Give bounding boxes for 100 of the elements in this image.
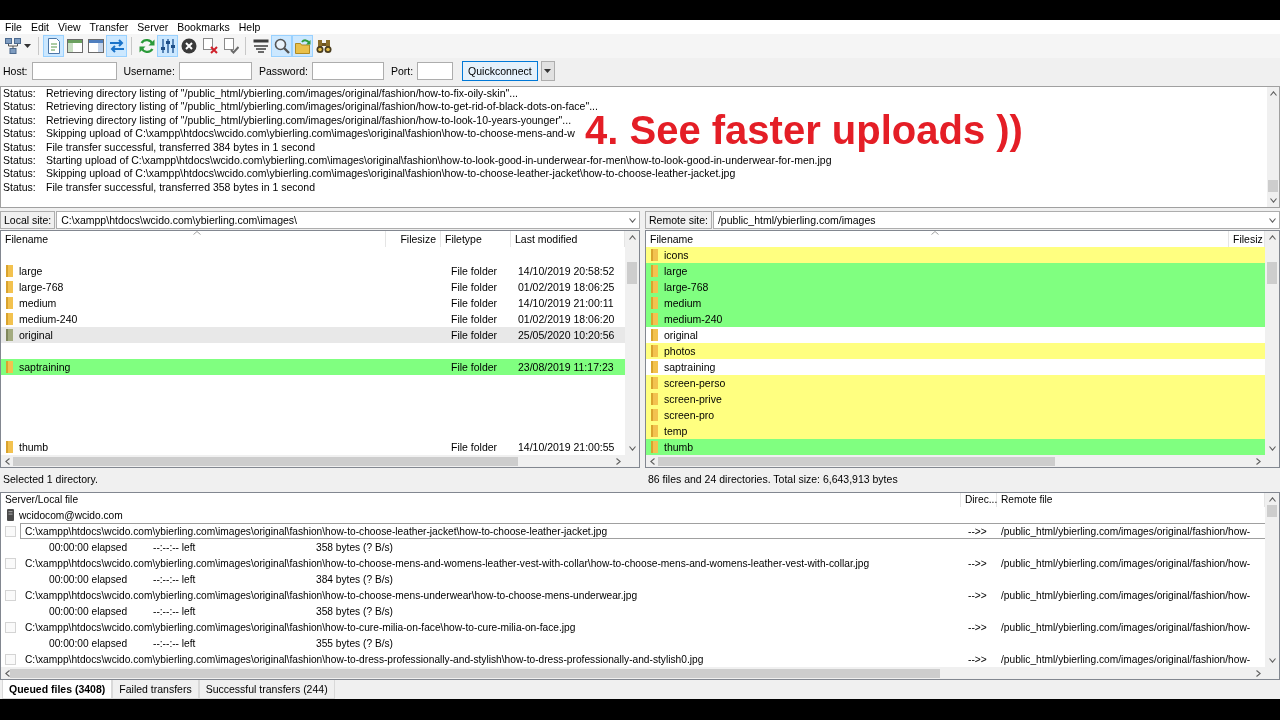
folder-row[interactable]: medium-240	[646, 311, 1265, 327]
file-type: File folder	[450, 329, 499, 341]
chevron-left-icon[interactable]	[650, 457, 655, 465]
folder-row[interactable]: original	[646, 327, 1265, 343]
queue-row[interactable]: C:\xampp\htdocs\wcido.com\ybierling.com\images\original\fashion\how-to-choose-mens-underwear\how-to-choose-mens-underwear.jpg -->> /public_html/ybierling.com/images/original/fashion/how-	[20, 587, 1265, 603]
chevron-left-icon[interactable]	[5, 457, 10, 465]
chevron-up-icon[interactable]	[628, 235, 636, 240]
folder-row[interactable]: screen-pro	[646, 407, 1265, 423]
vertical-scrollbar[interactable]	[625, 231, 639, 455]
process-queue-toggle[interactable]	[157, 35, 178, 57]
column-header[interactable]: Filename	[1, 231, 386, 247]
log-label: Status:	[3, 153, 37, 168]
elapsed-time: 00:00:00 elapsed	[49, 605, 129, 617]
folder-row[interactable]: large-768 File folder 01/02/2019 18:06:25	[1, 279, 625, 295]
folder-row[interactable]: large	[646, 263, 1265, 279]
column-header[interactable]: Filesize	[386, 231, 441, 247]
queue-tab[interactable]: Failed transfers	[112, 680, 199, 699]
folder-row[interactable]: medium File folder 14/10/2019 21:00:11	[1, 295, 625, 311]
compare-toggle[interactable]	[271, 35, 292, 57]
menu-item[interactable]: Transfer	[89, 20, 129, 34]
folder-row[interactable]: icons	[646, 247, 1265, 263]
chevron-right-icon[interactable]	[1256, 669, 1261, 677]
queue-row[interactable]: C:\xampp\htdocs\wcido.com\ybierling.com\images\original\fashion\how-to-choose-leather-jacket\how-to-choose-leather-jacket.jpg -->> /public_html/ybierling.com/images/original/fashion/how-	[20, 523, 1265, 539]
scrollbar-thumb[interactable]	[10, 668, 940, 678]
scrollbar-thumb[interactable]	[1267, 505, 1277, 517]
queue-tab[interactable]: Successful transfers (244)	[198, 680, 335, 699]
folder-row[interactable]: photos	[646, 343, 1265, 359]
horizontal-scrollbar[interactable]	[1, 667, 1265, 679]
scrollbar-thumb[interactable]	[658, 456, 1055, 466]
chevron-left-icon[interactable]	[5, 669, 10, 677]
remote-file-path: /public_html/ybierling.com/images/original/fashion/how-	[1000, 589, 1252, 601]
folder-row[interactable]: original File folder 25/05/2020 10:20:56	[1, 327, 625, 343]
password-field[interactable]	[311, 62, 384, 80]
menu-item[interactable]: Edit	[30, 20, 49, 34]
local-path-field[interactable]: C:\xampp\htdocs\wcido.com\ybierling.com\images\	[56, 211, 640, 229]
queue-row[interactable]: C:\xampp\htdocs\wcido.com\ybierling.com\images\original\fashion\how-to-cure-milia-on-face\how-to-cure-milia-on-face.jpg -->> /public_html/ybierling.com/images/original/fashion/how-	[20, 619, 1265, 635]
scrollbar-thumb[interactable]	[1268, 180, 1278, 192]
scrollbar-thumb[interactable]	[13, 456, 518, 466]
column-header[interactable]: Direc...	[961, 493, 997, 507]
horizontal-scrollbar[interactable]	[1, 455, 625, 467]
sync-browsing-toggle[interactable]	[292, 35, 313, 57]
chevron-right-icon[interactable]	[616, 457, 621, 465]
folder-row[interactable]: temp	[646, 423, 1265, 439]
chevron-up-icon[interactable]	[1268, 235, 1276, 240]
menu-item[interactable]: Server	[137, 20, 169, 34]
host-field[interactable]	[31, 62, 117, 80]
folder-row[interactable]: screen-perso	[646, 375, 1265, 391]
folder-icon	[6, 265, 13, 277]
file-icon	[5, 653, 16, 665]
scrollbar-thumb[interactable]	[1267, 262, 1277, 284]
transfer-queue-toggle[interactable]	[106, 35, 127, 57]
message-log-toggle[interactable]	[43, 35, 64, 57]
chevron-down-icon[interactable]	[1268, 658, 1276, 663]
chevron-down-icon[interactable]	[1269, 198, 1277, 203]
queue-tab[interactable]: Queued files (3408)	[2, 680, 113, 699]
scrollbar-thumb[interactable]	[627, 262, 637, 284]
chevron-right-icon[interactable]	[1256, 457, 1261, 465]
folder-icon	[651, 393, 658, 405]
folder-row[interactable]: medium-240 File folder 01/02/2019 18:06:20	[1, 311, 625, 327]
chevron-up-icon[interactable]	[1268, 497, 1276, 502]
menu-item[interactable]: View	[58, 20, 81, 34]
column-header[interactable]: Filetype	[441, 231, 511, 247]
port-field[interactable]	[417, 62, 454, 80]
username-field[interactable]	[178, 62, 252, 80]
vertical-scrollbar[interactable]	[1265, 231, 1279, 455]
folder-row[interactable]: thumb File folder 14/10/2019 21:00:55	[1, 439, 625, 455]
chevron-down-icon[interactable]	[1269, 217, 1276, 223]
modified-date: 14/10/2019 21:00:55	[517, 441, 616, 453]
network-icon	[5, 38, 21, 54]
chevron-down-icon[interactable]	[629, 217, 636, 223]
folder-row[interactable]: screen-prive	[646, 391, 1265, 407]
horizontal-scrollbar[interactable]	[646, 455, 1265, 467]
folder-row[interactable]: large File folder 14/10/2019 20:58:52	[1, 263, 625, 279]
direction-arrow: -->>	[967, 525, 988, 537]
folder-row[interactable]: large-768	[646, 279, 1265, 295]
remote-path-field[interactable]: /public_html/ybierling.com/images	[712, 211, 1280, 229]
local-file-path: C:\xampp\htdocs\wcido.com\ybierling.com\images\original\fashion\how-to-dress-professionally-and-stylish\how-to-dress-professionally-and-stylish0.jpg	[24, 653, 705, 665]
site-manager-button[interactable]	[2, 35, 34, 57]
folder-row[interactable]: saptraining File folder 23/08/2019 11:17:23	[1, 359, 625, 375]
folder-row[interactable]: saptraining	[646, 359, 1265, 375]
vertical-scrollbar[interactable]	[1265, 493, 1279, 667]
menu-item[interactable]: File	[5, 20, 22, 34]
chevron-down-icon[interactable]	[1268, 446, 1276, 451]
caret-icon	[544, 69, 552, 73]
menu-item[interactable]: Bookmarks	[177, 20, 230, 34]
folder-name: medium-240	[19, 313, 78, 325]
password-label: Password:	[258, 65, 308, 77]
chevron-up-icon[interactable]	[1269, 91, 1277, 96]
vertical-scrollbar[interactable]	[1267, 87, 1279, 207]
quickconnect-button[interactable]: Quickconnect	[462, 61, 538, 81]
chevron-down-icon[interactable]	[628, 446, 636, 451]
modified-date: 23/08/2019 11:17:23	[517, 361, 615, 373]
folder-row[interactable]: thumb	[646, 439, 1265, 455]
log-label: Status:	[3, 167, 37, 181]
menu-item[interactable]: Help	[238, 20, 261, 34]
host-label: Host:	[3, 65, 28, 77]
folder-icon	[651, 265, 658, 277]
column-header[interactable]: Server/Local file	[1, 493, 961, 507]
folder-row[interactable]: medium	[646, 295, 1265, 311]
quickconnect-dropdown[interactable]	[540, 61, 555, 81]
